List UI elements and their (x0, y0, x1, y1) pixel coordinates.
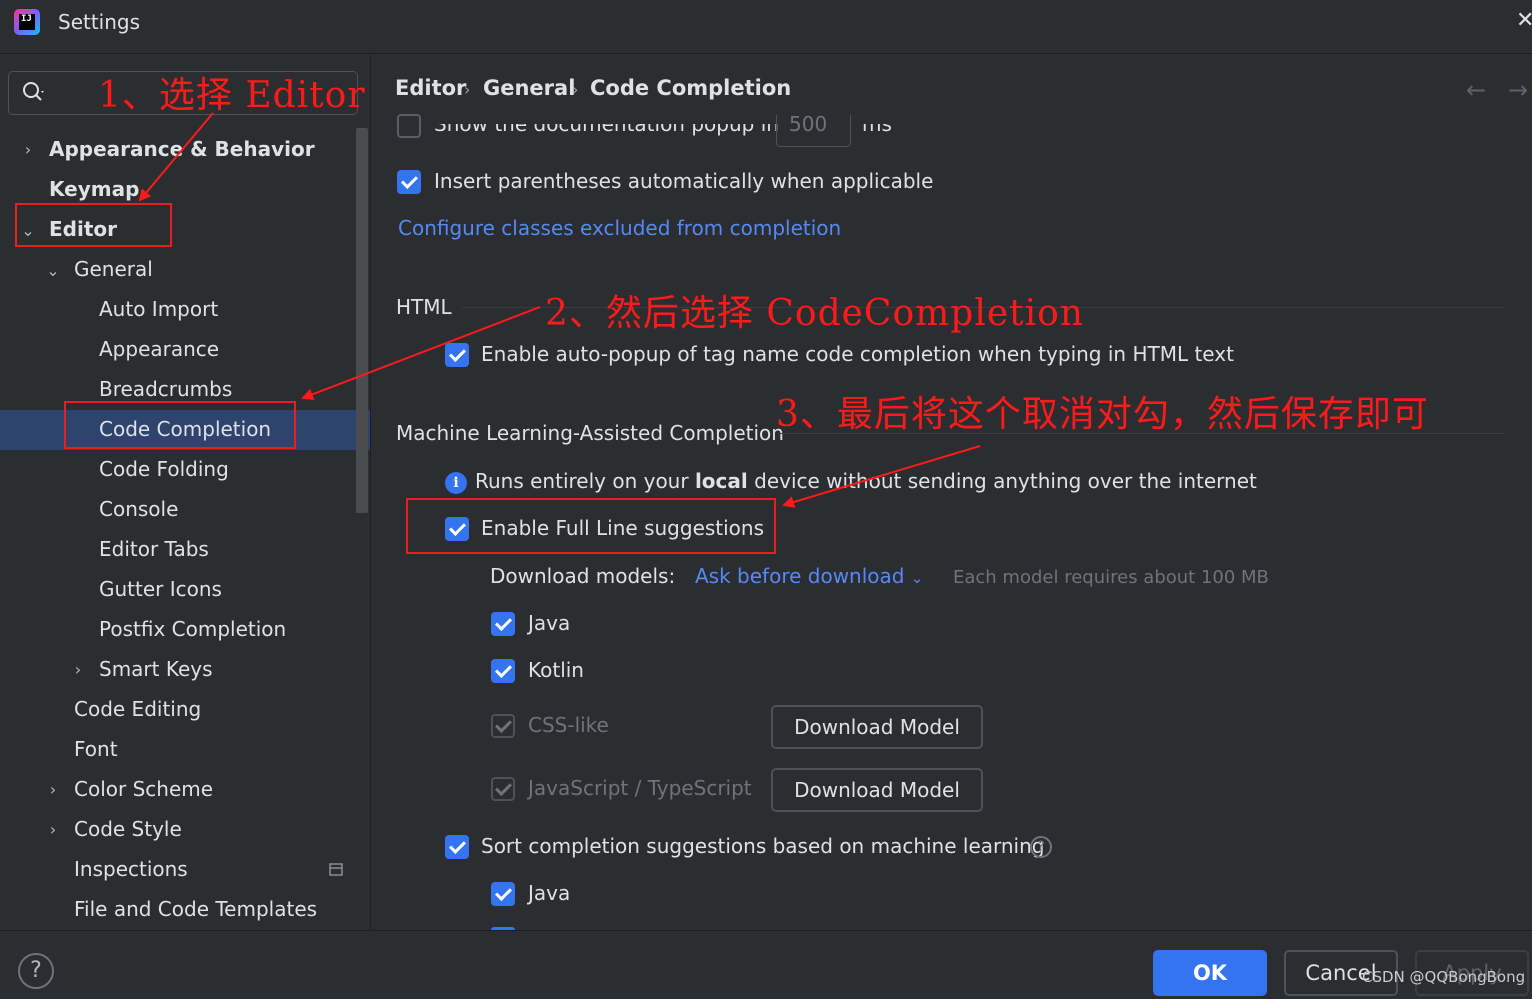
annotation-arrows (138, 112, 981, 508)
arrow-to-code-completion (301, 306, 541, 401)
arrow-to-editor (138, 112, 214, 202)
arrow-to-full-line (782, 445, 981, 508)
